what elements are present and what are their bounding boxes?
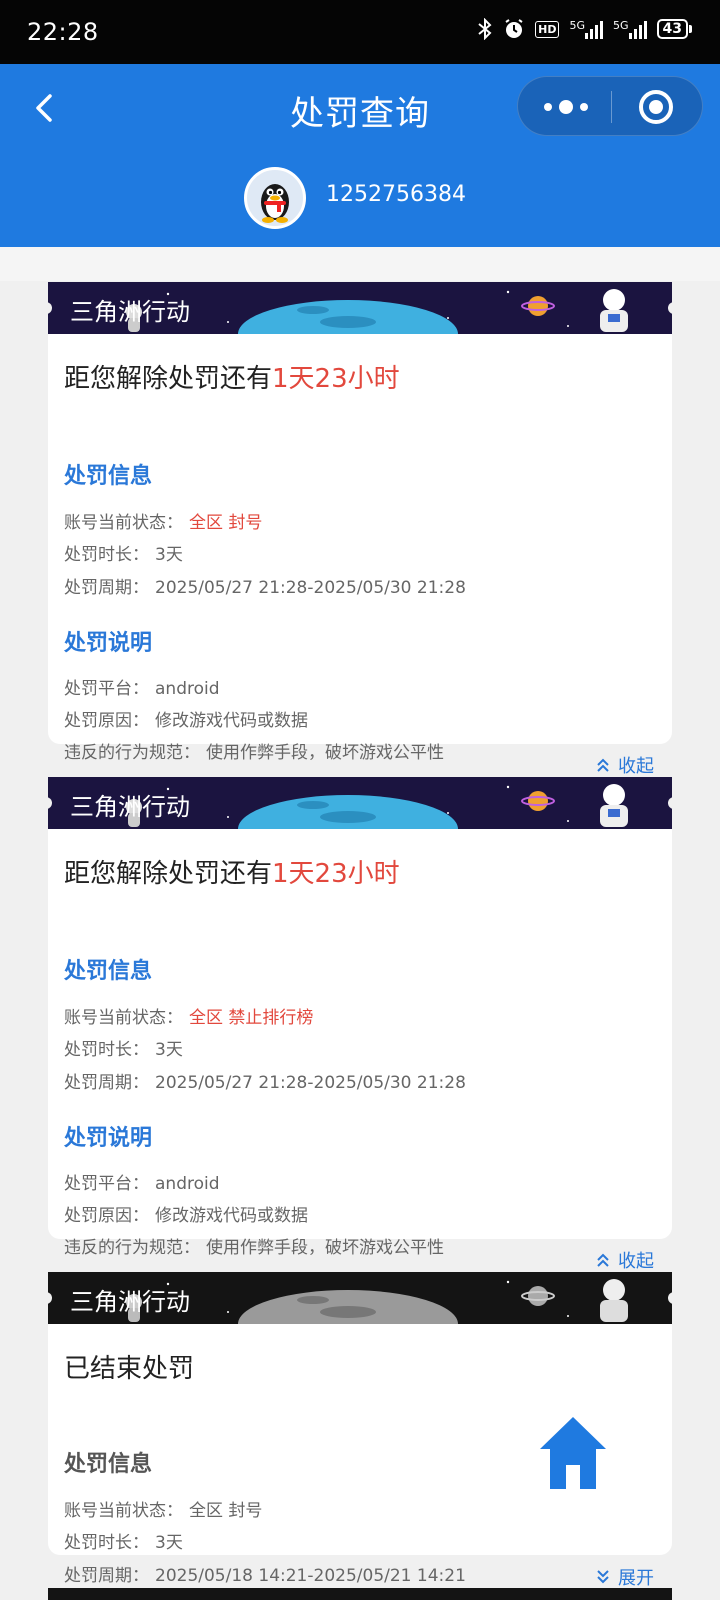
status-icons: HD 5G 5G 43 xyxy=(477,18,692,40)
chevron-up-icon xyxy=(597,758,609,772)
account-number: 1252756384 xyxy=(326,182,466,207)
capsule-divider xyxy=(611,91,612,123)
duration-row: 处罚时长： 3天 xyxy=(64,545,183,565)
battery-indicator: 43 xyxy=(656,19,692,39)
chevron-up-icon xyxy=(597,1253,609,1267)
5g-signal-icon: 5G xyxy=(569,19,603,39)
avatar xyxy=(244,167,306,229)
more-icon[interactable] xyxy=(544,95,588,119)
reason-row: 处罚原因： 修改游戏代码或数据 xyxy=(64,1206,308,1226)
countdown-value: 1天23小时 xyxy=(272,859,400,889)
expand-button[interactable]: 展开 xyxy=(596,1564,654,1590)
period-row: 处罚周期： 2025/05/27 21:28-2025/05/30 21:28 xyxy=(64,1073,466,1093)
battery-level: 43 xyxy=(656,19,688,39)
game-banner: 三角洲行动 xyxy=(48,1272,672,1324)
countdown-text: 距您解除处罚还有1天23小时 xyxy=(64,364,400,394)
status-bar: 22:28 HD 5G 5G 43 xyxy=(0,0,720,64)
platform-row: 处罚平台： android xyxy=(64,1174,220,1194)
page-header: 处罚查询 1252756384 xyxy=(0,64,720,247)
miniprogram-capsule xyxy=(517,76,703,136)
penalty-card: 三角洲行动 距您解除处罚还有1天23小时 处罚信息 账号当前状态： 全区 封号 处… xyxy=(48,282,672,777)
game-name: 三角洲行动 xyxy=(70,1288,190,1316)
duration-row: 处罚时长： 3天 xyxy=(64,1040,183,1060)
collapse-button[interactable]: 收起 xyxy=(596,752,654,778)
section-title-info: 处罚信息 xyxy=(64,1452,153,1477)
close-miniprogram-icon[interactable] xyxy=(639,90,673,124)
header-spacer xyxy=(0,247,720,281)
countdown-value: 1天23小时 xyxy=(272,364,400,394)
status-row: 账号当前状态： 全区 封号 xyxy=(64,513,263,533)
status-row: 账号当前状态： 全区 封号 xyxy=(64,1501,263,1521)
game-banner: 三角洲行动 xyxy=(48,282,672,334)
bluetooth-icon xyxy=(478,18,492,40)
ended-text: 已结束处罚 xyxy=(64,1354,195,1384)
reason-row: 处罚原因： 修改游戏代码或数据 xyxy=(64,711,308,731)
status-time: 22:28 xyxy=(27,18,99,46)
hd-icon: HD xyxy=(535,20,560,38)
duration-row: 处罚时长： 3天 xyxy=(64,1533,183,1553)
next-card-banner xyxy=(48,1588,672,1600)
game-name: 三角洲行动 xyxy=(70,793,190,821)
platform-row: 处罚平台： android xyxy=(64,679,220,699)
period-row: 处罚周期： 2025/05/27 21:28-2025/05/30 21:28 xyxy=(64,578,466,598)
status-row: 账号当前状态： 全区 禁止排行榜 xyxy=(64,1008,314,1028)
alarm-icon xyxy=(505,19,523,38)
rule-row: 违反的行为规范： 使用作弊手段，破坏游戏公平性 xyxy=(64,743,444,763)
game-name: 三角洲行动 xyxy=(70,298,190,326)
penalty-card-ended: 三角洲行动 已结束处罚 处罚信息 账号当前状态： 全区 封号 处罚时长： 3天 处罚… xyxy=(48,1272,672,1589)
section-title-info: 处罚信息 xyxy=(64,464,153,489)
collapse-button[interactable]: 收起 xyxy=(596,1247,654,1273)
countdown-text: 距您解除处罚还有1天23小时 xyxy=(64,859,400,889)
game-banner: 三角洲行动 xyxy=(48,777,672,829)
qq-penguin-icon xyxy=(261,184,289,223)
penalty-card: 三角洲行动 距您解除处罚还有1天23小时 处罚信息 账号当前状态： 全区 禁止排行… xyxy=(48,777,672,1272)
section-title-desc: 处罚说明 xyxy=(64,1126,153,1151)
section-title-info: 处罚信息 xyxy=(64,959,153,984)
home-icon[interactable] xyxy=(538,1415,608,1491)
rule-row: 违反的行为规范： 使用作弊手段，破坏游戏公平性 xyxy=(64,1238,444,1258)
period-row: 处罚周期： 2025/05/18 14:21-2025/05/21 14:21 xyxy=(64,1566,466,1586)
chevron-down-icon xyxy=(597,1570,609,1584)
section-title-desc: 处罚说明 xyxy=(64,631,153,656)
5g-signal-icon: 5G xyxy=(613,19,647,39)
